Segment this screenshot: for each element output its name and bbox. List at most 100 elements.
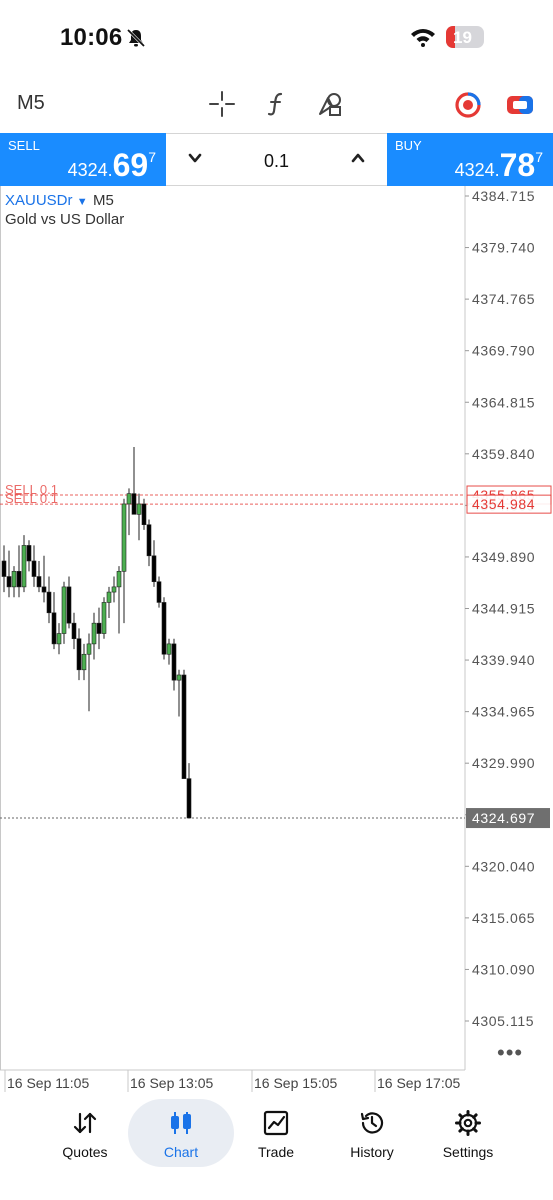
history-clock-icon xyxy=(360,1112,384,1134)
nav-history[interactable]: History xyxy=(324,1095,420,1165)
candle-body xyxy=(101,602,107,634)
bottom-navigation: Quotes Chart Trade History Settings xyxy=(27,1095,526,1200)
trade-graph-icon xyxy=(263,1110,289,1136)
one-click-trading-icon[interactable] xyxy=(506,94,534,116)
nav-history-label: History xyxy=(350,1144,394,1160)
candle-body xyxy=(26,545,32,562)
candle-body xyxy=(161,602,167,655)
nav-quotes[interactable]: Quotes xyxy=(37,1095,133,1165)
crosshair-icon[interactable] xyxy=(208,90,236,118)
candle-body xyxy=(111,586,117,593)
wifi-icon xyxy=(411,29,435,47)
candle-body xyxy=(166,643,172,655)
sell-button[interactable]: SELL 4324.697 xyxy=(0,133,166,186)
x-tick-label: 16 Sep 15:05 xyxy=(254,1075,338,1091)
candle-body xyxy=(151,555,157,583)
candle-body xyxy=(1,560,7,577)
candle-body xyxy=(71,622,77,640)
nav-trade[interactable]: Trade xyxy=(228,1095,324,1165)
volume-increase-chevron-icon[interactable] xyxy=(351,148,365,171)
order-price-label: 4354.984 xyxy=(472,496,535,512)
current-price-label: 4324.697 xyxy=(472,810,535,826)
nav-quotes-label: Quotes xyxy=(62,1144,108,1160)
sell-price: 4324.697 xyxy=(68,147,156,184)
candle-body xyxy=(176,674,182,681)
candle-body xyxy=(81,653,87,671)
y-tick-label: 4374.765 xyxy=(472,291,535,307)
indicators-icon[interactable] xyxy=(263,90,291,118)
objects-icon[interactable] xyxy=(316,90,344,118)
candle-body xyxy=(86,643,92,655)
y-tick-label: 4379.740 xyxy=(472,240,535,256)
more-options-icon[interactable]: ••• xyxy=(497,1040,523,1066)
y-tick-label: 4310.090 xyxy=(472,961,535,977)
buy-label: BUY xyxy=(395,138,422,153)
candle-body xyxy=(141,503,147,526)
candlestick-chart-icon xyxy=(171,1112,191,1134)
battery-icon: 19 xyxy=(446,26,484,48)
timeframe-button[interactable]: M5 xyxy=(17,92,45,115)
candle-body xyxy=(51,612,57,645)
volume-control: 0.1 xyxy=(166,133,387,186)
candle-body xyxy=(6,576,12,588)
nav-settings[interactable]: Settings xyxy=(420,1095,516,1165)
y-tick-label: 4320.040 xyxy=(472,858,535,874)
settings-gear-icon xyxy=(455,1110,481,1136)
price-chart[interactable]: 4384.715 4379.740 4374.765 4369.790 4364.815… xyxy=(0,186,553,1095)
candle-body xyxy=(116,571,122,588)
candle-body xyxy=(46,591,52,614)
y-tick-label: 4369.790 xyxy=(472,343,535,359)
y-tick-label: 4315.065 xyxy=(472,910,535,926)
symbol-dropdown-icon[interactable]: ▼ xyxy=(77,196,88,208)
buy-price-main: 4324. xyxy=(454,160,500,180)
sell-price-main: 4324. xyxy=(67,160,113,180)
symbol-text[interactable]: XAUUSDr xyxy=(5,192,73,209)
candle-body xyxy=(91,622,97,645)
candle-body xyxy=(21,545,27,588)
buy-price: 4324.787 xyxy=(455,147,543,184)
battery-level-text: 19 xyxy=(453,28,472,47)
symbol-name[interactable]: XAUUSDr ▼ xyxy=(5,192,88,209)
buy-button[interactable]: BUY 4324.787 xyxy=(387,133,553,186)
candle-body xyxy=(121,503,127,572)
candle-body xyxy=(131,493,137,515)
candle-body xyxy=(96,622,102,634)
quotes-arrows-icon xyxy=(73,1112,97,1134)
candle-body xyxy=(106,591,112,603)
candle-body xyxy=(171,643,177,681)
candle-body xyxy=(16,571,22,588)
nav-chart[interactable]: Chart xyxy=(133,1095,229,1165)
y-tick-label: 4364.815 xyxy=(472,394,535,410)
y-tick-label: 4334.965 xyxy=(472,704,535,720)
candle-body xyxy=(146,524,152,557)
y-tick-label: 4384.715 xyxy=(472,188,535,204)
candle-body xyxy=(41,586,47,593)
candle-body xyxy=(11,571,17,588)
x-tick-label: 16 Sep 13:05 xyxy=(130,1075,214,1091)
candle-body xyxy=(126,493,132,505)
sell-price-sup: 7 xyxy=(148,149,156,165)
buy-price-big: 78 xyxy=(499,147,536,183)
symbol-timeframe: M5 xyxy=(93,192,114,209)
candle-body xyxy=(136,503,142,515)
y-tick-label: 4349.890 xyxy=(472,549,535,565)
nav-trade-label: Trade xyxy=(257,1144,295,1160)
nav-settings-label: Settings xyxy=(442,1144,494,1160)
y-tick-label: 4339.940 xyxy=(472,652,535,668)
candle-body xyxy=(36,576,42,588)
y-tick-label: 4305.115 xyxy=(472,1013,534,1029)
candle-body xyxy=(66,586,72,624)
account-icon[interactable] xyxy=(454,91,482,119)
candle-body xyxy=(31,560,37,577)
status-time: 10:06 xyxy=(60,24,123,51)
buy-price-sup: 7 xyxy=(535,149,543,165)
order-line-label: SELL 0.1 xyxy=(5,491,58,506)
y-tick-label: 4359.840 xyxy=(472,446,535,462)
candle-body xyxy=(156,581,162,603)
candle-body xyxy=(61,586,67,634)
candle-body xyxy=(181,674,187,779)
nav-chart-label: Chart xyxy=(163,1144,199,1160)
candle-body xyxy=(76,638,82,671)
sell-label: SELL xyxy=(8,138,40,153)
y-tick-label: 4344.915 xyxy=(472,601,535,617)
